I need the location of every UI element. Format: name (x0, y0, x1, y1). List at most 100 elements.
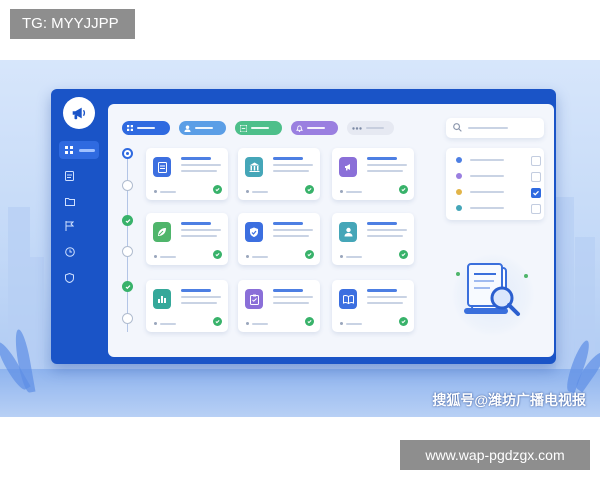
service-card[interactable] (238, 280, 320, 332)
tab-list[interactable] (235, 121, 282, 135)
shield-icon (65, 273, 74, 283)
watermark-text: 搜狐号@潍坊广播电视报 (432, 392, 586, 408)
filter-checkbox[interactable] (531, 172, 541, 182)
timeline-step-current[interactable] (122, 148, 133, 159)
card-text-placeholder (181, 164, 221, 166)
bottom-url-text: www.wap-pgdzgx.com (425, 447, 565, 463)
card-meta-dot (246, 322, 249, 325)
filter-label-placeholder (470, 175, 504, 177)
filter-row[interactable] (456, 172, 541, 182)
sidebar-item-documents[interactable] (59, 167, 99, 185)
card-title-placeholder (181, 289, 211, 292)
card-text-placeholder (273, 170, 309, 172)
card-meta-placeholder (252, 256, 268, 258)
step-dot (126, 152, 129, 155)
search-box[interactable] (446, 118, 544, 138)
card-icon-box (245, 289, 263, 309)
card-text-placeholder (181, 229, 221, 231)
card-text-placeholder (181, 302, 217, 304)
tab-users[interactable] (179, 121, 226, 135)
service-card[interactable] (332, 213, 414, 265)
filter-checkbox[interactable] (531, 156, 541, 166)
sidebar-item-folder[interactable] (59, 192, 99, 210)
service-card[interactable] (146, 213, 228, 265)
tab-notifications[interactable] (291, 121, 338, 135)
filter-row[interactable] (456, 156, 541, 166)
tab-dashboard[interactable] (122, 121, 170, 135)
card-icon-box (245, 157, 263, 177)
bell-icon (296, 125, 303, 132)
sidebar-item-flag[interactable] (59, 217, 99, 235)
card-text-placeholder (273, 235, 309, 237)
building-shape (556, 197, 574, 377)
service-card[interactable] (146, 148, 228, 200)
timeline-step-done[interactable] (122, 281, 133, 292)
filter-checkbox-checked[interactable] (531, 188, 541, 198)
service-card[interactable] (332, 148, 414, 200)
service-card[interactable] (238, 213, 320, 265)
card-title-placeholder (367, 157, 397, 160)
megaphone-icon (344, 164, 350, 171)
sidebar (51, 89, 106, 364)
service-card[interactable] (332, 280, 414, 332)
card-meta-placeholder (160, 191, 176, 193)
card-meta-placeholder (252, 191, 268, 193)
sidebar-item-history[interactable] (59, 243, 99, 261)
card-meta-placeholder (346, 191, 362, 193)
card-meta-dot (154, 190, 157, 193)
card-icon-box (339, 222, 357, 242)
verified-check-icon (399, 185, 408, 194)
tab-label-placeholder (366, 127, 384, 129)
timeline-step[interactable] (122, 313, 133, 324)
card-meta-dot (340, 190, 343, 193)
tab-label-placeholder (251, 127, 269, 129)
flag-icon (65, 221, 74, 231)
check-icon (125, 284, 130, 289)
folder-icon (65, 197, 75, 206)
service-card[interactable] (146, 280, 228, 332)
filter-checkbox[interactable] (531, 204, 541, 214)
card-text-placeholder (367, 302, 403, 304)
filter-row[interactable] (456, 188, 541, 198)
card-meta-placeholder (346, 256, 362, 258)
card-text-placeholder (367, 229, 407, 231)
timeline-step[interactable] (122, 246, 133, 257)
card-text-placeholder (181, 296, 221, 298)
card-title-placeholder (367, 289, 397, 292)
top-tag-text: TG: MYYJJPP (22, 15, 119, 32)
building-shape (30, 257, 44, 377)
card-text-placeholder (181, 235, 217, 237)
tab-label-placeholder (137, 127, 155, 129)
tab-label-placeholder (307, 127, 325, 129)
verified-check-icon (305, 317, 314, 326)
clipboard-icon (249, 294, 259, 305)
leaf-icon (158, 228, 166, 236)
filter-label-placeholder (470, 191, 504, 193)
bottom-url-box: www.wap-pgdzgx.com (400, 440, 590, 470)
verified-check-icon (305, 185, 314, 194)
sidebar-item-security[interactable] (59, 269, 99, 287)
more-icon (352, 126, 362, 130)
card-text-placeholder (181, 170, 217, 172)
card-text-placeholder (367, 170, 403, 172)
tab-more[interactable] (347, 121, 394, 135)
grid-icon (65, 146, 73, 154)
card-meta-dot (154, 322, 157, 325)
verified-check-icon (213, 250, 222, 259)
filter-row[interactable] (456, 204, 541, 214)
sidebar-item-dashboard[interactable] (59, 141, 99, 159)
timeline-step[interactable] (122, 180, 133, 191)
card-text-placeholder (367, 164, 407, 166)
filter-label-placeholder (470, 159, 504, 161)
card-title-placeholder (367, 222, 397, 225)
service-card[interactable] (238, 148, 320, 200)
clock-icon (65, 247, 75, 257)
card-text-placeholder (273, 229, 313, 231)
top-tag-box: TG: MYYJJPP (10, 9, 135, 39)
check-icon (533, 190, 539, 196)
sidebar-active-indicator (79, 148, 95, 152)
app-window (51, 89, 556, 364)
timeline-step-done[interactable] (122, 215, 133, 226)
card-text-placeholder (367, 296, 407, 298)
document-magnifier-icon (456, 263, 528, 316)
